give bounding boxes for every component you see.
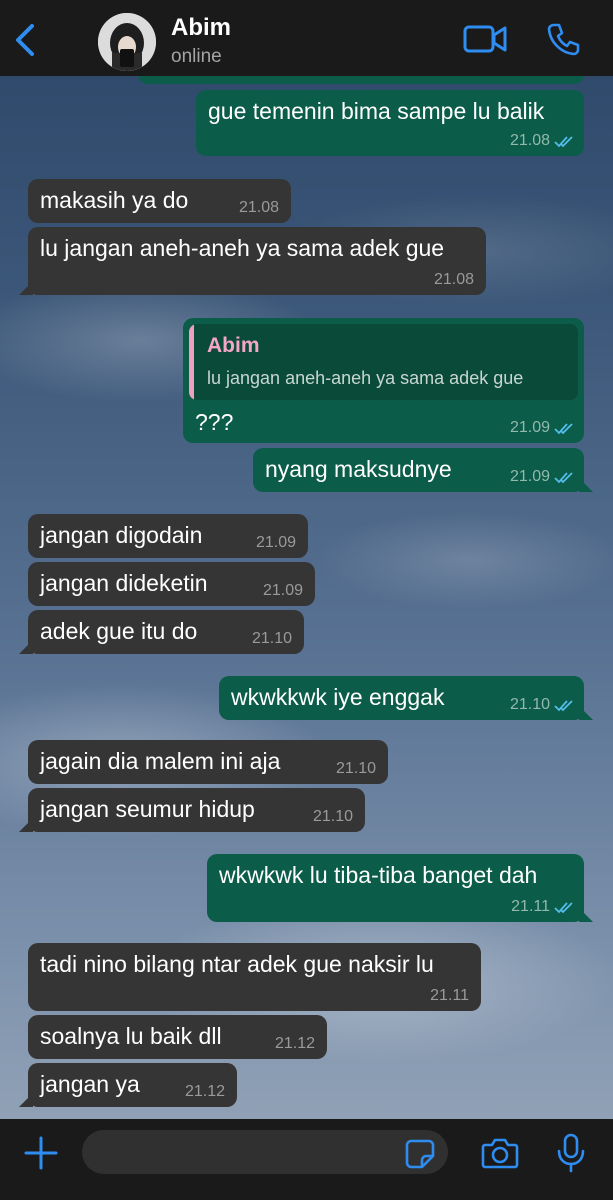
- message-time: 21.08: [238, 199, 279, 216]
- camera-icon: [481, 1138, 519, 1169]
- message-text: nyang maksudnye: [265, 456, 452, 482]
- message-time: 21.09: [509, 468, 550, 485]
- message-bubble-incoming[interactable]: lu jangan aneh-aneh ya sama adek gue 21.…: [19, 227, 486, 295]
- message-bubble-incoming[interactable]: tadi nino bilang ntar adek gue naksir lu…: [28, 943, 481, 1011]
- message-bubble-outgoing[interactable]: nyang maksudnye 21.09: [253, 448, 593, 492]
- message-time: 21.12: [274, 1035, 315, 1052]
- contact-name[interactable]: Abim: [171, 14, 231, 42]
- quoted-sender: Abim: [207, 334, 260, 357]
- sticker-button[interactable]: [405, 1139, 435, 1169]
- attach-button[interactable]: [24, 1136, 58, 1170]
- chat-screen: Abim online gue temenin bima sampe lu ba…: [0, 0, 613, 1200]
- message-text: wkwkkwk iye enggak: [231, 684, 445, 710]
- message-input[interactable]: [82, 1130, 448, 1174]
- message-time: 21.10: [312, 808, 353, 825]
- plus-icon: [24, 1136, 58, 1170]
- quote-bar: [189, 324, 194, 400]
- video-call-button[interactable]: [463, 24, 507, 54]
- read-receipt-icon: [554, 472, 573, 484]
- voice-call-button[interactable]: [546, 22, 580, 56]
- back-button[interactable]: [10, 20, 44, 60]
- contact-avatar[interactable]: [98, 13, 156, 71]
- message-bubble-incoming[interactable]: jangan digodain 21.09: [28, 514, 308, 558]
- camera-button[interactable]: [481, 1137, 519, 1169]
- message-time: 21.11: [511, 898, 550, 915]
- read-receipt-icon: [554, 423, 573, 435]
- quoted-message[interactable]: Abim lu jangan aneh-aneh ya sama adek gu…: [189, 324, 578, 400]
- read-receipt-icon: [554, 136, 573, 148]
- message-text: jangan ya: [40, 1071, 140, 1097]
- message-text: jangan dideketin: [40, 570, 208, 596]
- bubble-tail: [19, 640, 33, 654]
- bubble-tail: [19, 1093, 33, 1107]
- bubble-tail: [19, 281, 33, 295]
- chat-header: Abim online: [0, 0, 613, 76]
- message-text: adek gue itu do: [40, 618, 198, 644]
- message-time: 21.08: [433, 271, 474, 288]
- message-bubble-incoming[interactable]: soalnya lu baik dll 21.12: [28, 1015, 327, 1059]
- bubble-tail: [579, 908, 593, 922]
- message-bubble-incoming[interactable]: jangan ya 21.12: [19, 1063, 237, 1107]
- message-bubble-incoming[interactable]: jangan seumur hidup 21.10: [19, 788, 365, 832]
- message-time: 21.12: [184, 1083, 225, 1100]
- video-camera-icon: [463, 25, 507, 53]
- message-text: lu jangan aneh-aneh ya sama adek gue: [40, 235, 445, 261]
- message-text: ???: [195, 409, 234, 435]
- message-text: jagain dia malem ini aja: [40, 748, 281, 774]
- message-bubble-incoming[interactable]: makasih ya do 21.08: [28, 179, 291, 223]
- read-receipt-icon: [554, 700, 573, 712]
- message-text: jangan seumur hidup: [40, 796, 255, 822]
- phone-icon: [547, 23, 580, 56]
- message-time: 21.10: [335, 760, 376, 777]
- bubble-tail: [19, 818, 33, 832]
- message-bubble-outgoing[interactable]: wkwkwk lu tiba-tiba banget dah 21.11: [207, 854, 593, 922]
- message-text: gue temenin bima sampe lu balik: [208, 98, 545, 124]
- message-bubble-incoming[interactable]: jangan dideketin 21.09: [28, 562, 315, 606]
- message-bubble-outgoing[interactable]: wkwkkwk iye enggak 21.10: [219, 676, 593, 720]
- quoted-text: lu jangan aneh-aneh ya sama adek gue: [207, 368, 524, 388]
- message-text: tadi nino bilang ntar adek gue naksir lu: [40, 951, 434, 977]
- message-text: soalnya lu baik dll: [40, 1023, 222, 1049]
- contact-status: online: [171, 46, 222, 67]
- bubble-tail: [579, 478, 593, 492]
- message-text: jangan digodain: [40, 522, 203, 548]
- message-bubble-outgoing-reply[interactable]: Abim lu jangan aneh-aneh ya sama adek gu…: [183, 318, 584, 443]
- message-time: 21.08: [509, 132, 550, 149]
- message-text: wkwkwk lu tiba-tiba banget dah: [219, 862, 538, 888]
- message-time: 21.11: [430, 987, 469, 1004]
- message-time: 21.09: [262, 582, 303, 599]
- message-time: 21.10: [251, 630, 292, 647]
- message-time: 21.10: [509, 696, 550, 713]
- microphone-icon: [557, 1133, 585, 1173]
- message-time: 21.09: [255, 534, 296, 551]
- avatar-image: [98, 13, 156, 71]
- message-text: makasih ya do: [40, 187, 189, 213]
- message-bubble-outgoing[interactable]: gue temenin bima sampe lu balik 21.08: [196, 90, 584, 156]
- bubble-tail: [579, 706, 593, 720]
- message-bubble-incoming[interactable]: adek gue itu do 21.10: [19, 610, 304, 654]
- sticker-icon: [405, 1139, 435, 1169]
- chevron-left-icon: [16, 24, 34, 56]
- message-bubble-incoming[interactable]: jagain dia malem ini aja 21.10: [28, 740, 388, 784]
- read-receipt-icon: [554, 902, 573, 914]
- voice-message-button[interactable]: [556, 1133, 586, 1173]
- message-time: 21.09: [509, 419, 550, 436]
- composer-bar: [0, 1119, 613, 1200]
